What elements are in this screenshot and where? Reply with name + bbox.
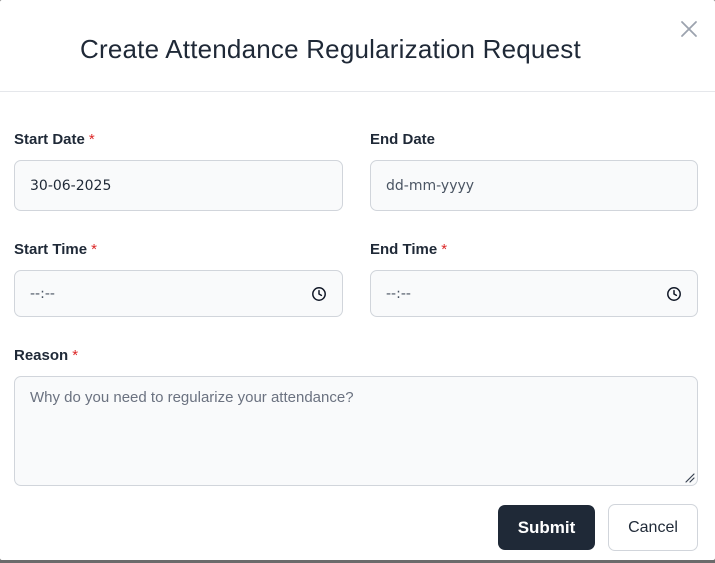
end-date-label-text: End Date — [370, 131, 436, 148]
required-mark: * — [91, 241, 97, 258]
start-time-label-text: Start Time — [14, 241, 88, 258]
start-time-input[interactable]: --:-- — [14, 270, 343, 317]
end-time-label: End Time * — [370, 241, 447, 258]
reason-label-text: Reason — [14, 347, 69, 364]
end-time-placeholder: --:-- — [386, 285, 411, 302]
submit-button[interactable]: Submit — [498, 505, 595, 550]
required-mark: * — [88, 131, 95, 148]
end-time-label-text: End Time — [370, 241, 438, 258]
cancel-button[interactable]: Cancel — [608, 504, 698, 551]
start-date-label: Start Date * — [14, 131, 95, 148]
close-button[interactable] — [677, 17, 701, 41]
required-mark: * — [72, 347, 79, 364]
clock-icon[interactable] — [666, 286, 682, 302]
start-time-placeholder: --:-- — [30, 285, 55, 302]
start-date-label-text: Start Date — [14, 131, 85, 148]
modal-title: Create Attendance Regularization Request — [80, 34, 581, 64]
reason-label: Reason * — [14, 347, 78, 364]
modal-header: Create Attendance Regularization Request — [0, 0, 715, 92]
required-mark: * — [441, 241, 448, 258]
end-time-input[interactable]: --:-- — [370, 270, 698, 317]
close-icon — [681, 21, 697, 37]
start-time-label: Start Time * — [14, 241, 97, 258]
end-date-placeholder: dd-mm-yyyy — [386, 177, 475, 194]
resize-handle-icon[interactable] — [683, 471, 695, 483]
end-date-label: End Date — [370, 131, 435, 148]
reason-textarea[interactable]: Why do you need to regularize your atten… — [14, 376, 698, 486]
start-date-input[interactable]: 30-06-2025 — [14, 160, 343, 211]
reason-placeholder: Why do you need to regularize your atten… — [30, 389, 354, 406]
start-date-value: 30-06-2025 — [30, 177, 112, 194]
end-date-input[interactable]: dd-mm-yyyy — [370, 160, 698, 211]
regularization-modal: Create Attendance Regularization Request… — [0, 0, 715, 560]
clock-icon[interactable] — [311, 286, 327, 302]
